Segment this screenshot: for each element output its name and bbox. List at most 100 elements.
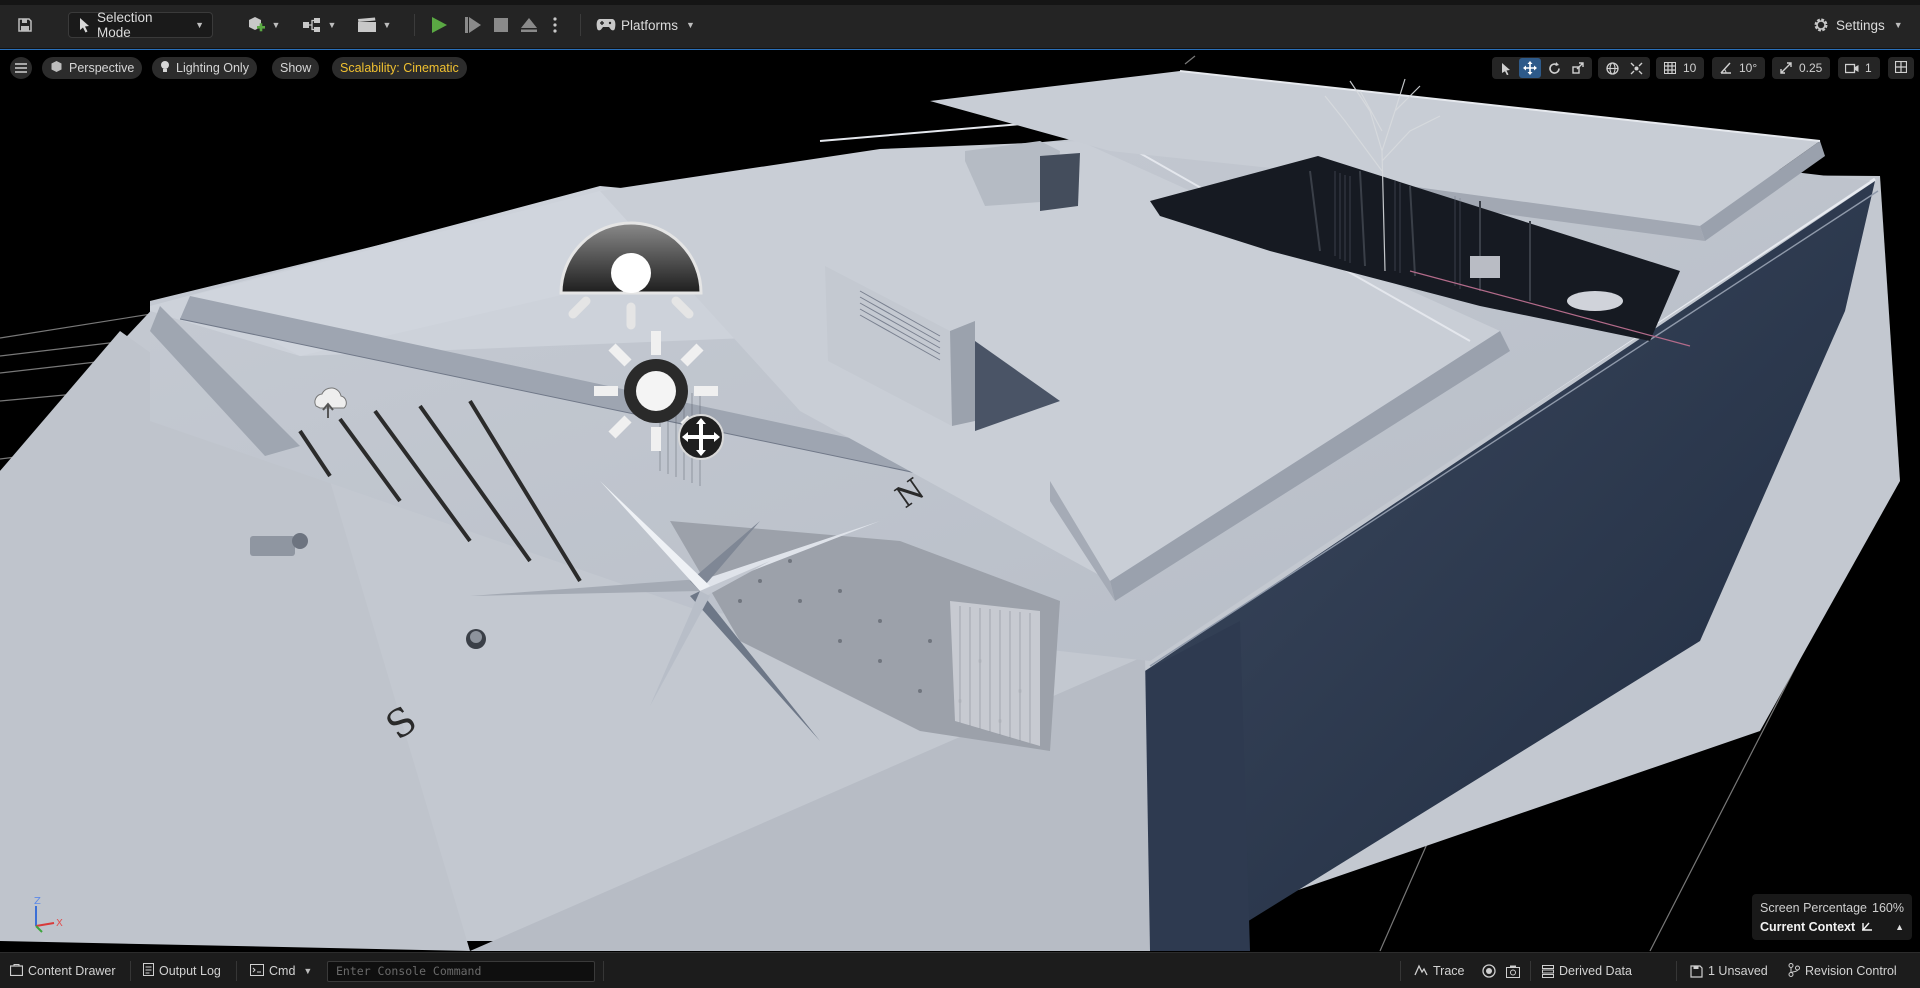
selection-mode-icon [77,17,91,33]
eject-button[interactable] [516,12,542,38]
scale-snap-toggle[interactable]: 0.25 [1772,57,1831,79]
chevron-down-icon: ▼ [382,20,392,30]
trace-dropdown[interactable]: Trace [1414,961,1465,981]
content-drawer-label: Content Drawer [28,964,116,978]
show-dropdown[interactable]: Show [272,57,320,79]
context-icon [1861,920,1873,934]
level-viewport[interactable]: S N Perspective Lighting Only Show Scala… [0,49,1920,952]
output-log-label: Output Log [159,964,221,978]
cmd-icon [250,963,264,979]
title-strip [0,0,1920,5]
derived-data-label: Derived Data [1559,964,1632,978]
save-icon[interactable] [12,12,38,38]
chevron-down-icon: ▼ [1893,20,1903,30]
camera-speed-button[interactable]: 1 [1838,57,1880,79]
content-drawer-icon [9,963,24,979]
settings-gear-icon [1812,16,1830,34]
toolbar-divider [580,14,581,36]
more-options-icon [553,17,557,33]
rotate-icon[interactable] [1543,58,1565,78]
content-drawer-button[interactable]: Content Drawer [9,961,116,981]
surface-snap-icon[interactable] [1625,58,1647,78]
maximize-icon [1894,60,1908,76]
platforms-dropdown[interactable]: Platforms ▼ [596,12,696,38]
derived-data-icon [1542,964,1554,978]
viewport-options-button[interactable] [10,57,32,79]
output-log-button[interactable]: Output Log [143,961,221,981]
current-context[interactable]: Current Context [1760,920,1873,934]
sky-atmosphere-icon[interactable] [308,384,358,424]
trace-label: Trace [1433,964,1465,978]
selection-mode-dropdown[interactable]: Selection Mode ▼ [68,10,213,40]
unsaved-button[interactable]: 1 Unsaved [1690,961,1768,981]
grid-snap-toggle[interactable]: 10 [1656,57,1705,79]
eject-icon [520,17,538,33]
advance-frame-button[interactable] [460,12,486,38]
settings-dropdown[interactable]: Settings ▼ [1812,12,1912,38]
world-space-icon[interactable] [1601,58,1623,78]
scale-icon[interactable] [1567,58,1589,78]
status-divider [236,961,237,981]
main-toolbar: Selection Mode ▼ ▼ ▼ ▼ Platforms ▼ Setti… [0,0,1920,49]
console-command-input[interactable]: Enter Console Command [327,961,595,982]
rotation-snap-value: 10° [1739,61,1758,75]
axis-x-label: X [56,918,63,929]
chevron-down-icon: ▼ [195,20,204,30]
status-divider [130,961,131,981]
grid-snap-icon [1659,58,1681,78]
maximize-viewport-button[interactable] [1888,57,1914,79]
screenshot-button[interactable] [1506,961,1520,981]
toolbar-divider [414,14,415,36]
camera-icon [1506,965,1520,978]
scalability-label: Scalability: Cinematic [340,61,459,75]
cmd-dropdown[interactable]: Cmd ▼ [250,961,312,981]
trace-icon [1414,963,1428,979]
perspective-dropdown[interactable]: Perspective [42,57,143,79]
cinematics-button[interactable]: ▼ [354,12,394,38]
add-actor-button[interactable]: ▼ [244,12,282,38]
chevron-down-icon: ▼ [686,20,695,30]
perspective-icon [50,60,63,76]
chevron-down-icon: ▼ [327,20,337,30]
play-button[interactable] [426,12,452,38]
advance-frame-icon [464,16,482,34]
add-actor-icon [246,16,266,34]
revision-control-button[interactable]: Revision Control [1788,961,1897,981]
status-divider [1400,961,1401,981]
record-icon [1482,964,1496,978]
lighting-icon [160,60,170,76]
cinematics-icon [357,17,377,33]
show-label: Show [280,61,312,75]
status-divider [1676,961,1677,981]
unsaved-label: 1 Unsaved [1708,964,1768,978]
stop-button[interactable] [488,12,514,38]
coordinate-tools [1598,57,1650,79]
select-tool-icon[interactable] [1495,58,1517,78]
directional-light-icon[interactable] [556,211,736,479]
status-divider [603,961,604,981]
screen-percentage-label: Screen Percentage [1760,900,1868,915]
scalability-warning[interactable]: Scalability: Cinematic [332,57,467,79]
viewport-toolbar: Perspective Lighting Only Show Scalabili… [0,54,1920,82]
rotation-snap-toggle[interactable]: 10° [1712,57,1766,79]
lighting-label: Lighting Only [176,61,249,75]
scale-snap-value: 0.25 [1799,61,1823,75]
collapse-arrow-icon[interactable]: ▲ [1895,922,1904,932]
screen-percentage-value: 160% [1872,900,1904,915]
chevron-down-icon: ▼ [271,20,281,30]
revision-control-icon [1788,962,1800,980]
record-button[interactable] [1482,961,1496,981]
unsaved-icon [1690,964,1703,978]
status-bar: Content Drawer Output Log Cmd ▼ Enter Co… [0,952,1920,988]
derived-data-button[interactable]: Derived Data [1542,961,1632,981]
view-mode-dropdown[interactable]: Lighting Only [152,57,257,79]
translate-icon[interactable] [1519,58,1541,78]
current-context-label: Current Context [1760,919,1856,934]
blueprint-button[interactable]: ▼ [300,12,338,38]
hamburger-icon [15,61,27,76]
rotation-snap-icon [1715,58,1737,78]
more-options-button[interactable] [546,12,564,38]
scene-render[interactable]: S N [0,50,1920,952]
axis-gizmo: Z X [34,896,63,933]
cmd-label: Cmd [269,964,296,978]
